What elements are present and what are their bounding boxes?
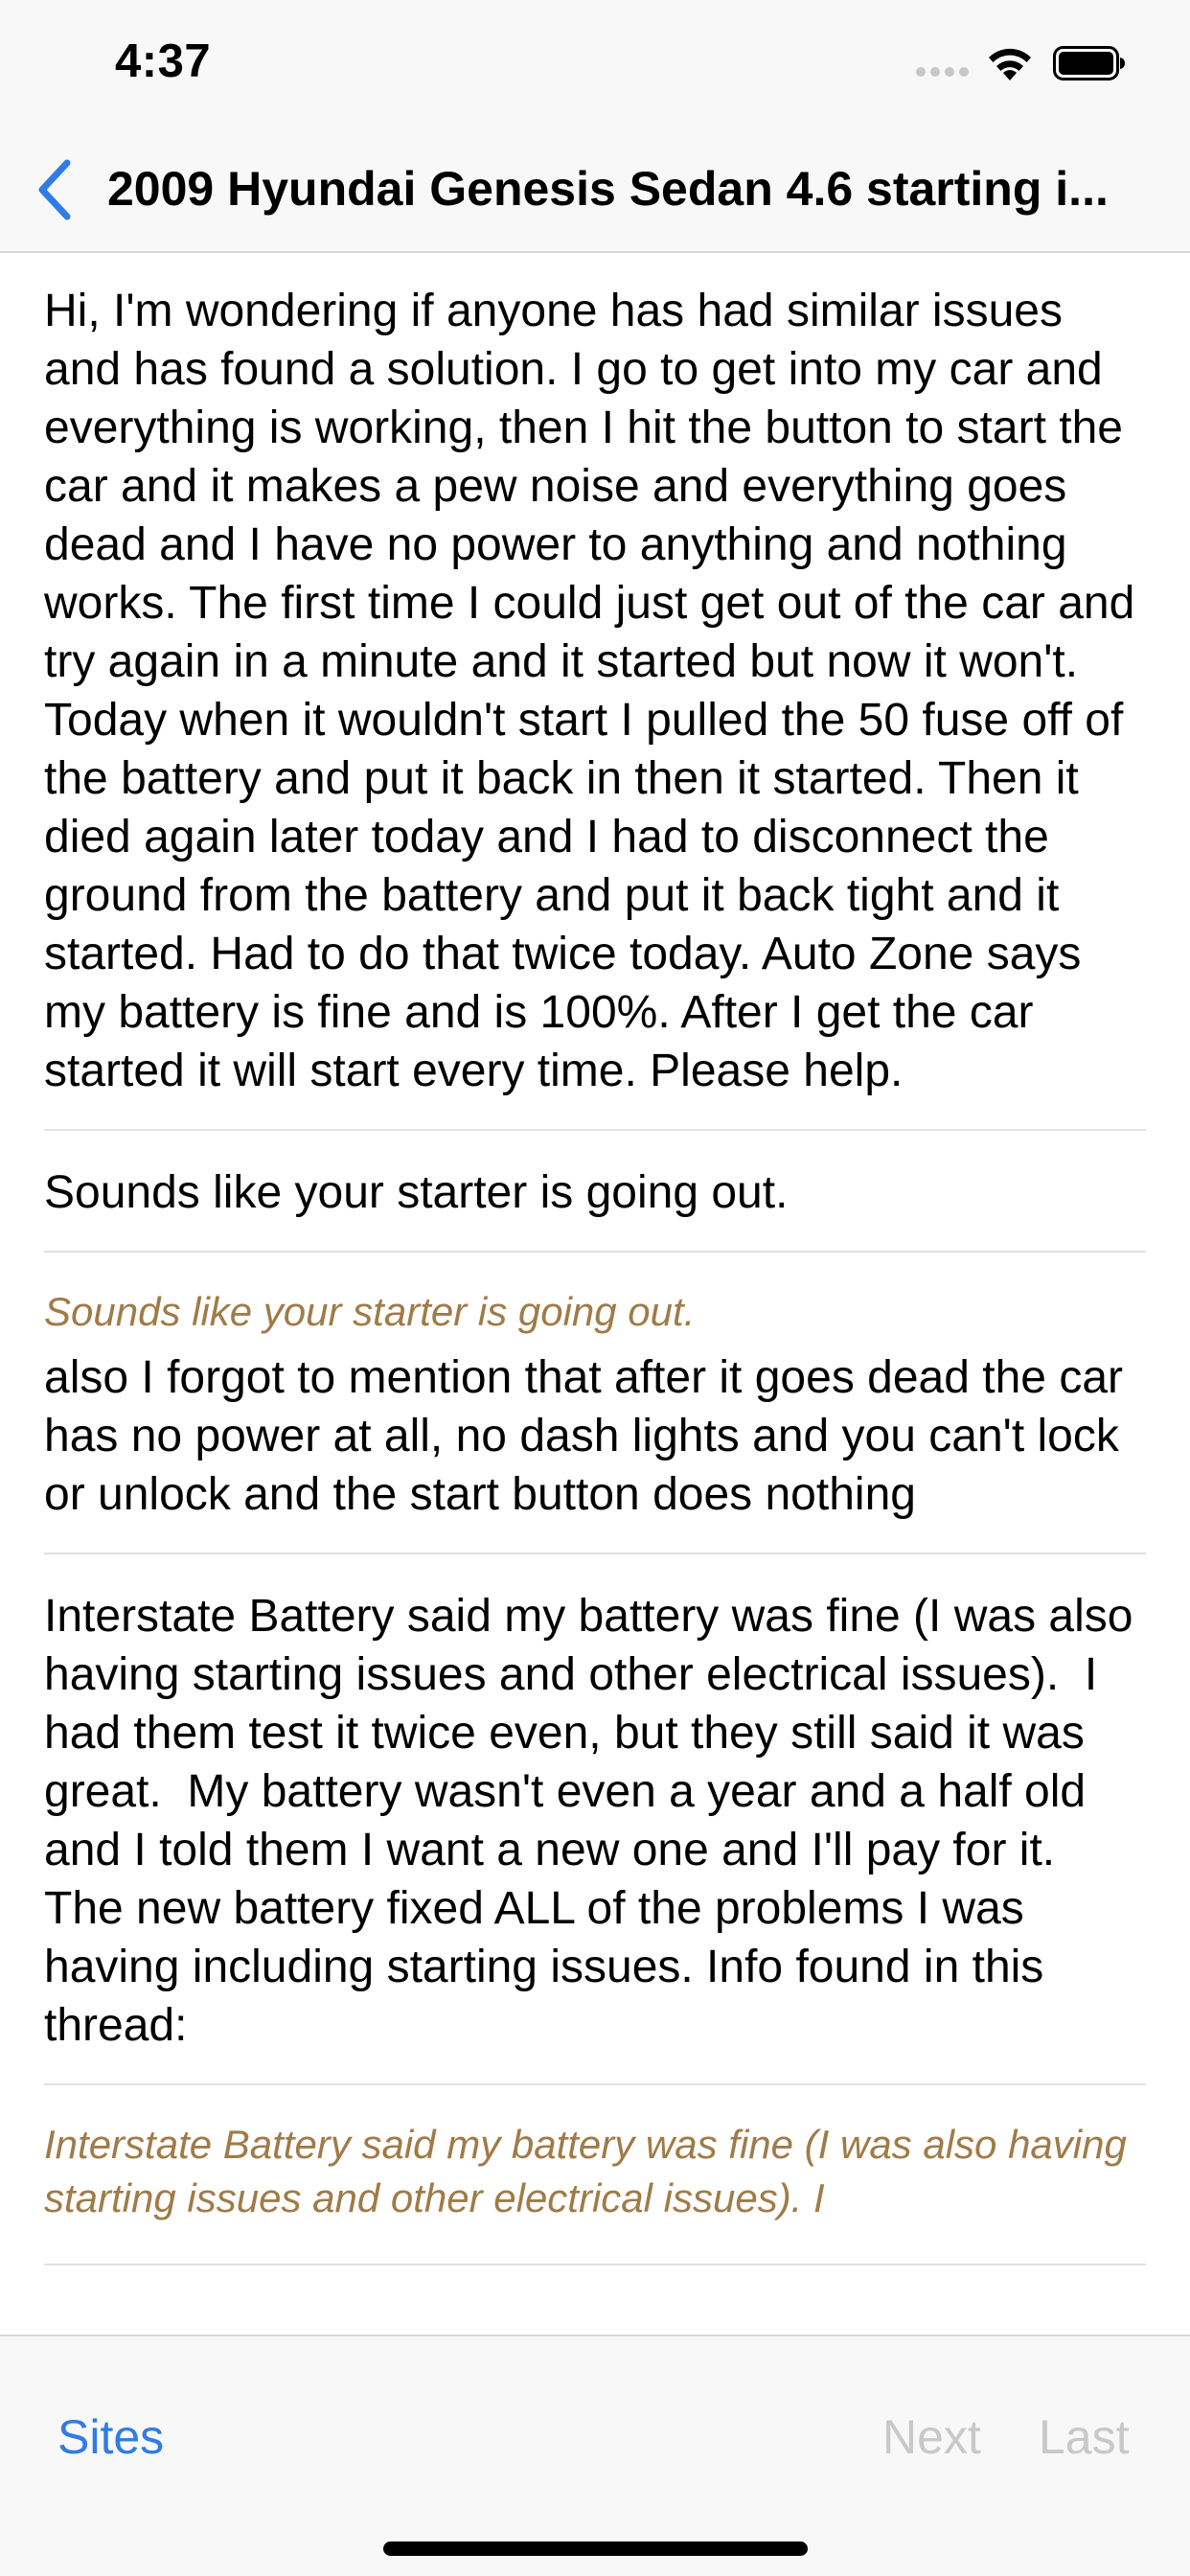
status-bar: 4:37 xyxy=(0,0,1190,128)
post-body: also I forgot to mention that after it g… xyxy=(44,1352,1136,1520)
next-button[interactable]: Next xyxy=(882,2409,981,2465)
post-1: Hi, I'm wondering if anyone has had simi… xyxy=(44,253,1146,1131)
battery-icon xyxy=(1053,46,1125,80)
thread-title: 2009 Hyundai Genesis Sedan 4.6 starting … xyxy=(107,162,1109,216)
post-body: Interstate Battery said my battery was f… xyxy=(44,1591,1146,2051)
post-2: Sounds like your starter is going out. xyxy=(44,1131,1146,1253)
bottom-toolbar: Sites Next Last xyxy=(0,2334,1190,2576)
post-quote: Sounds like your starter is going out. xyxy=(44,1289,696,1334)
post-3: Sounds like your starter is going out. a… xyxy=(44,1253,1146,1554)
post-body: Sounds like your starter is going out. xyxy=(44,1167,789,1218)
chevron-left-icon[interactable] xyxy=(33,157,75,222)
sites-button[interactable]: Sites xyxy=(57,2409,164,2465)
thread-posts[interactable]: Hi, I'm wondering if anyone has had simi… xyxy=(0,253,1190,2334)
status-time: 4:37 xyxy=(115,35,212,87)
cellular-signal-icon xyxy=(916,67,969,77)
post-body: Hi, I'm wondering if anyone has had simi… xyxy=(44,286,1148,1096)
post-4: Interstate Battery said my battery was f… xyxy=(44,1554,1146,2085)
navigation-bar: 2009 Hyundai Genesis Sedan 4.6 starting … xyxy=(0,128,1190,253)
wifi-icon xyxy=(989,48,1031,80)
home-indicator xyxy=(383,2542,808,2556)
post-quote: Interstate Battery said my battery was f… xyxy=(44,2122,1127,2220)
last-button[interactable]: Last xyxy=(1039,2409,1130,2465)
post-5: Interstate Battery said my battery was f… xyxy=(44,2085,1146,2266)
